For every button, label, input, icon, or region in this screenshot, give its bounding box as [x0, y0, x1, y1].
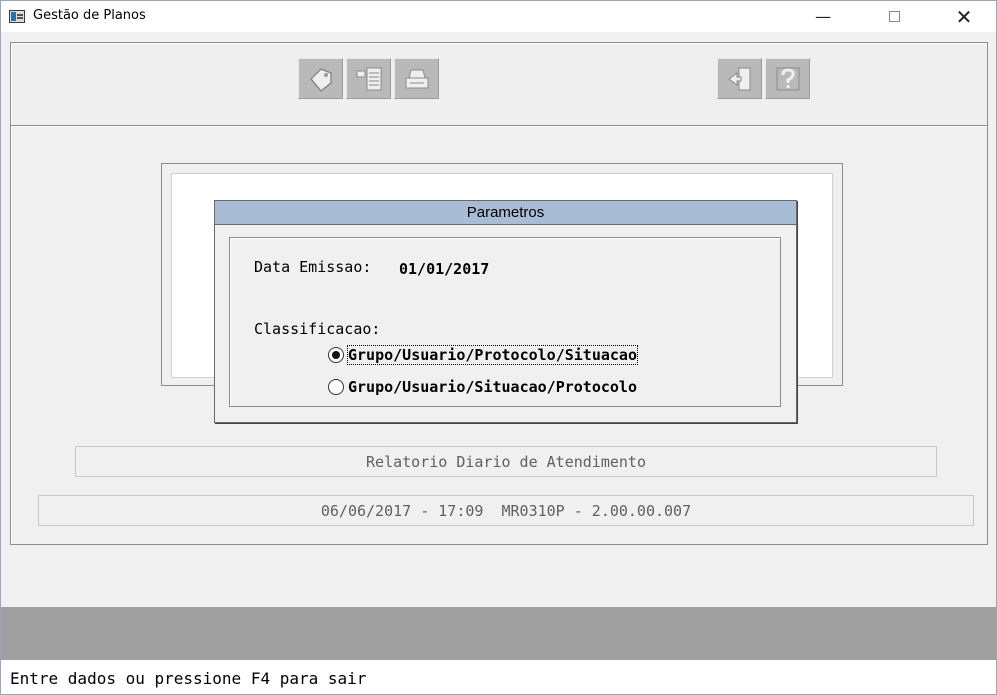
checklist-button[interactable] [346, 58, 391, 99]
data-emissao-field[interactable]: 01/01/2017 [399, 260, 489, 278]
main-panel: Parametros Data Emissao: 01/01/2017 Clas… [10, 125, 988, 545]
printer-icon [405, 69, 428, 88]
dialog-body: Data Emissao: 01/01/2017 Classificacao: … [229, 237, 781, 407]
version-bar: 06/06/2017 - 17:09 MR0310P - 2.00.00.007 [38, 495, 974, 526]
app-window: Gestão de Planos — ✕ Parametros Data Emi… [0, 0, 997, 695]
status-bar: Entre dados ou pressione F4 para sair [1, 660, 996, 694]
exit-button[interactable] [717, 58, 762, 99]
minimize-icon: — [815, 7, 831, 26]
checklist-icon [356, 67, 381, 90]
help-icon [776, 67, 799, 90]
report-title-bar: Relatorio Diario de Atendimento [75, 446, 937, 477]
exit-door-icon [727, 67, 750, 90]
radio-label: Grupo/Usuario/Protocolo/Situacao [347, 345, 638, 365]
tag-button[interactable] [298, 58, 343, 99]
radio-option-protocolo-situacao[interactable]: Grupo/Usuario/Protocolo/Situacao [328, 345, 638, 365]
toolbar [10, 42, 988, 126]
window-title: Gestão de Planos [33, 8, 146, 23]
maximize-button[interactable] [871, 1, 917, 32]
radio-button-selected[interactable] [328, 347, 344, 363]
app-icon [9, 10, 25, 23]
print-button[interactable] [394, 58, 439, 99]
radio-label: Grupo/Usuario/Situacao/Protocolo [348, 378, 637, 396]
data-emissao-label: Data Emissao: [254, 258, 372, 276]
minimize-button[interactable]: — [800, 1, 846, 32]
message-band [1, 607, 996, 660]
maximize-icon [888, 11, 900, 22]
status-message: Entre dados ou pressione F4 para sair [10, 669, 367, 688]
help-button[interactable] [765, 58, 810, 99]
title-bar[interactable]: Gestão de Planos — ✕ [1, 1, 996, 32]
close-button[interactable]: ✕ [941, 1, 987, 32]
radio-button[interactable] [328, 379, 344, 395]
close-icon: ✕ [955, 4, 973, 29]
tag-icon [309, 67, 332, 92]
classificacao-label: Classificacao: [254, 320, 381, 338]
radio-option-situacao-protocolo[interactable]: Grupo/Usuario/Situacao/Protocolo [328, 378, 637, 396]
dialog-title: Parametros [215, 201, 796, 225]
parametros-dialog: Parametros Data Emissao: 01/01/2017 Clas… [214, 200, 797, 423]
